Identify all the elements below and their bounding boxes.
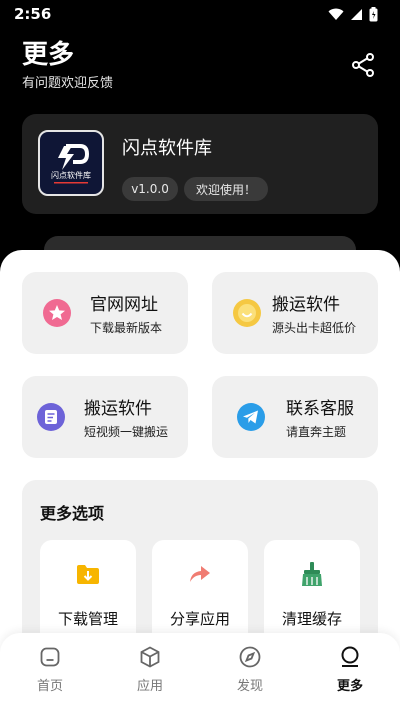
smile-icon [233, 299, 261, 327]
bottom-tab-bar: 首页 应用 发现 更多 [0, 633, 400, 711]
clear-cache-label: 清理缓存 [281, 610, 342, 628]
download-folder-icon [77, 565, 99, 584]
status-icons [328, 6, 378, 22]
more-icon [341, 646, 359, 667]
tile-title: 搬运软件 [272, 295, 340, 315]
share-app-label: 分享应用 [169, 610, 230, 628]
tile-title: 搬运软件 [84, 399, 152, 419]
star-badge-icon [43, 299, 71, 327]
share-arrow-icon [190, 566, 210, 582]
page-title: 更多 [22, 40, 75, 70]
document-icon [37, 403, 65, 431]
tile-title: 联系客服 [286, 399, 354, 419]
compass-icon [239, 646, 261, 668]
tile-transfer-software[interactable]: 搬运软件 源头出卡超低价 [212, 272, 378, 354]
version-badge: v1.0.0 [122, 177, 178, 201]
app-logo-graphic: 闪点软件库 [51, 144, 91, 184]
page-subtitle: 有问题欢迎反馈 [22, 76, 114, 91]
tile-video-transfer[interactable]: 搬运软件 短视频一键搬运 [22, 376, 188, 458]
share-icon [352, 53, 374, 77]
tile-subtitle: 源头出卡超低价 [272, 321, 357, 335]
app-logo: 闪点软件库 [38, 130, 104, 196]
broom-icon [302, 562, 322, 586]
app-name: 闪点软件库 [122, 138, 212, 159]
battery-icon [369, 6, 378, 21]
tile-title: 官网网址 [90, 295, 158, 315]
status-time: 2:56 [14, 5, 52, 23]
tab-label: 首页 [36, 679, 63, 694]
download-manager-label: 下载管理 [57, 610, 118, 628]
wifi-icon [328, 8, 344, 20]
cube-icon [140, 646, 160, 668]
logo-text: 闪点软件库 [51, 170, 91, 180]
tile-subtitle: 下载最新版本 [90, 321, 163, 335]
tab-label: 更多 [336, 679, 363, 694]
more-options-title: 更多选项 [40, 504, 105, 523]
status-bar: 2:56 [0, 0, 400, 28]
tile-subtitle: 请直奔主题 [286, 425, 347, 439]
tab-label: 应用 [136, 679, 163, 694]
tile-subtitle: 短视频一键搬运 [84, 425, 169, 439]
tab-discover[interactable]: 发现 [220, 645, 280, 703]
app-info-card[interactable]: 闪点软件库 闪点软件库 v1.0.0 欢迎使用！ [22, 114, 378, 214]
share-button[interactable] [348, 50, 378, 80]
tab-more[interactable]: 更多 [320, 645, 380, 703]
signal-icon [351, 8, 362, 20]
home-icon [40, 647, 60, 667]
tile-contact-support[interactable]: 联系客服 请直奔主题 [212, 376, 378, 458]
tab-label: 发现 [236, 679, 263, 694]
page-header: 更多 有问题欢迎反馈 [22, 40, 378, 91]
welcome-badge: 欢迎使用！ [184, 177, 268, 201]
tile-official-website[interactable]: 官网网址 下载最新版本 [22, 272, 188, 354]
tab-home[interactable]: 首页 [20, 645, 80, 703]
tab-apps[interactable]: 应用 [120, 645, 180, 703]
telegram-icon [237, 403, 265, 431]
